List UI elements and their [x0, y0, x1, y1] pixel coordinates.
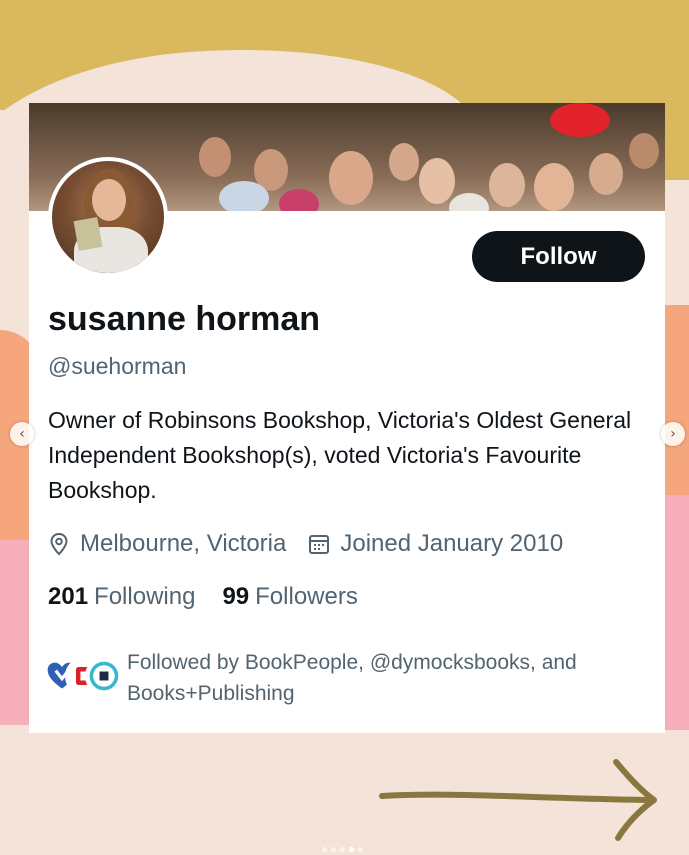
- following-link[interactable]: 201 Following: [48, 583, 195, 611]
- chevron-right-icon[interactable]: ›: [661, 422, 685, 446]
- followed-by-section[interactable]: Followed by BookPeople, @dymocksbooks, a…: [43, 647, 653, 709]
- location-text: Melbourne, Victoria: [80, 530, 287, 557]
- profile-handle: @suehorman: [48, 353, 187, 379]
- profile-bio: Owner of Robinsons Bookshop, Victoria's …: [48, 407, 632, 503]
- followed-by-avatars: [43, 647, 123, 697]
- followers-label: Followers: [255, 583, 358, 610]
- carousel-dot[interactable]: [340, 847, 345, 852]
- carousel-dot[interactable]: [331, 847, 336, 852]
- carousel-dot[interactable]: [358, 847, 363, 852]
- location-item: Melbourne, Victoria: [48, 530, 286, 558]
- profile-name: susanne horman: [48, 300, 321, 338]
- following-count: 201: [48, 583, 89, 610]
- followers-link[interactable]: 99 Followers: [222, 583, 357, 611]
- location-pin-icon: [50, 532, 68, 556]
- profile-stats: 201 Following 99 Followers: [48, 581, 358, 613]
- carousel-dot[interactable]: [322, 847, 327, 852]
- follow-button[interactable]: Follow: [472, 231, 645, 282]
- profile-avatar[interactable]: [48, 157, 168, 277]
- joined-text: Joined January 2010: [340, 530, 564, 557]
- books-publishing-avatar: [85, 657, 123, 695]
- profile-card: Follow susanne horman @suehorman Owner o…: [29, 103, 665, 733]
- followed-by-text: Followed by BookPeople, @dymocksbooks, a…: [127, 651, 577, 705]
- calendar-icon: [309, 535, 330, 554]
- profile-meta: Melbourne, Victoria Joined January 2010: [48, 528, 563, 560]
- carousel-dot-active[interactable]: [349, 847, 354, 852]
- followers-count: 99: [222, 583, 250, 610]
- carousel-dots: [322, 847, 367, 852]
- chevron-left-icon[interactable]: ‹: [10, 422, 34, 446]
- joined-item: Joined January 2010: [308, 530, 563, 558]
- arrow-right-icon: [379, 759, 657, 841]
- following-label: Following: [94, 583, 196, 610]
- balloon-decoration: [550, 103, 610, 137]
